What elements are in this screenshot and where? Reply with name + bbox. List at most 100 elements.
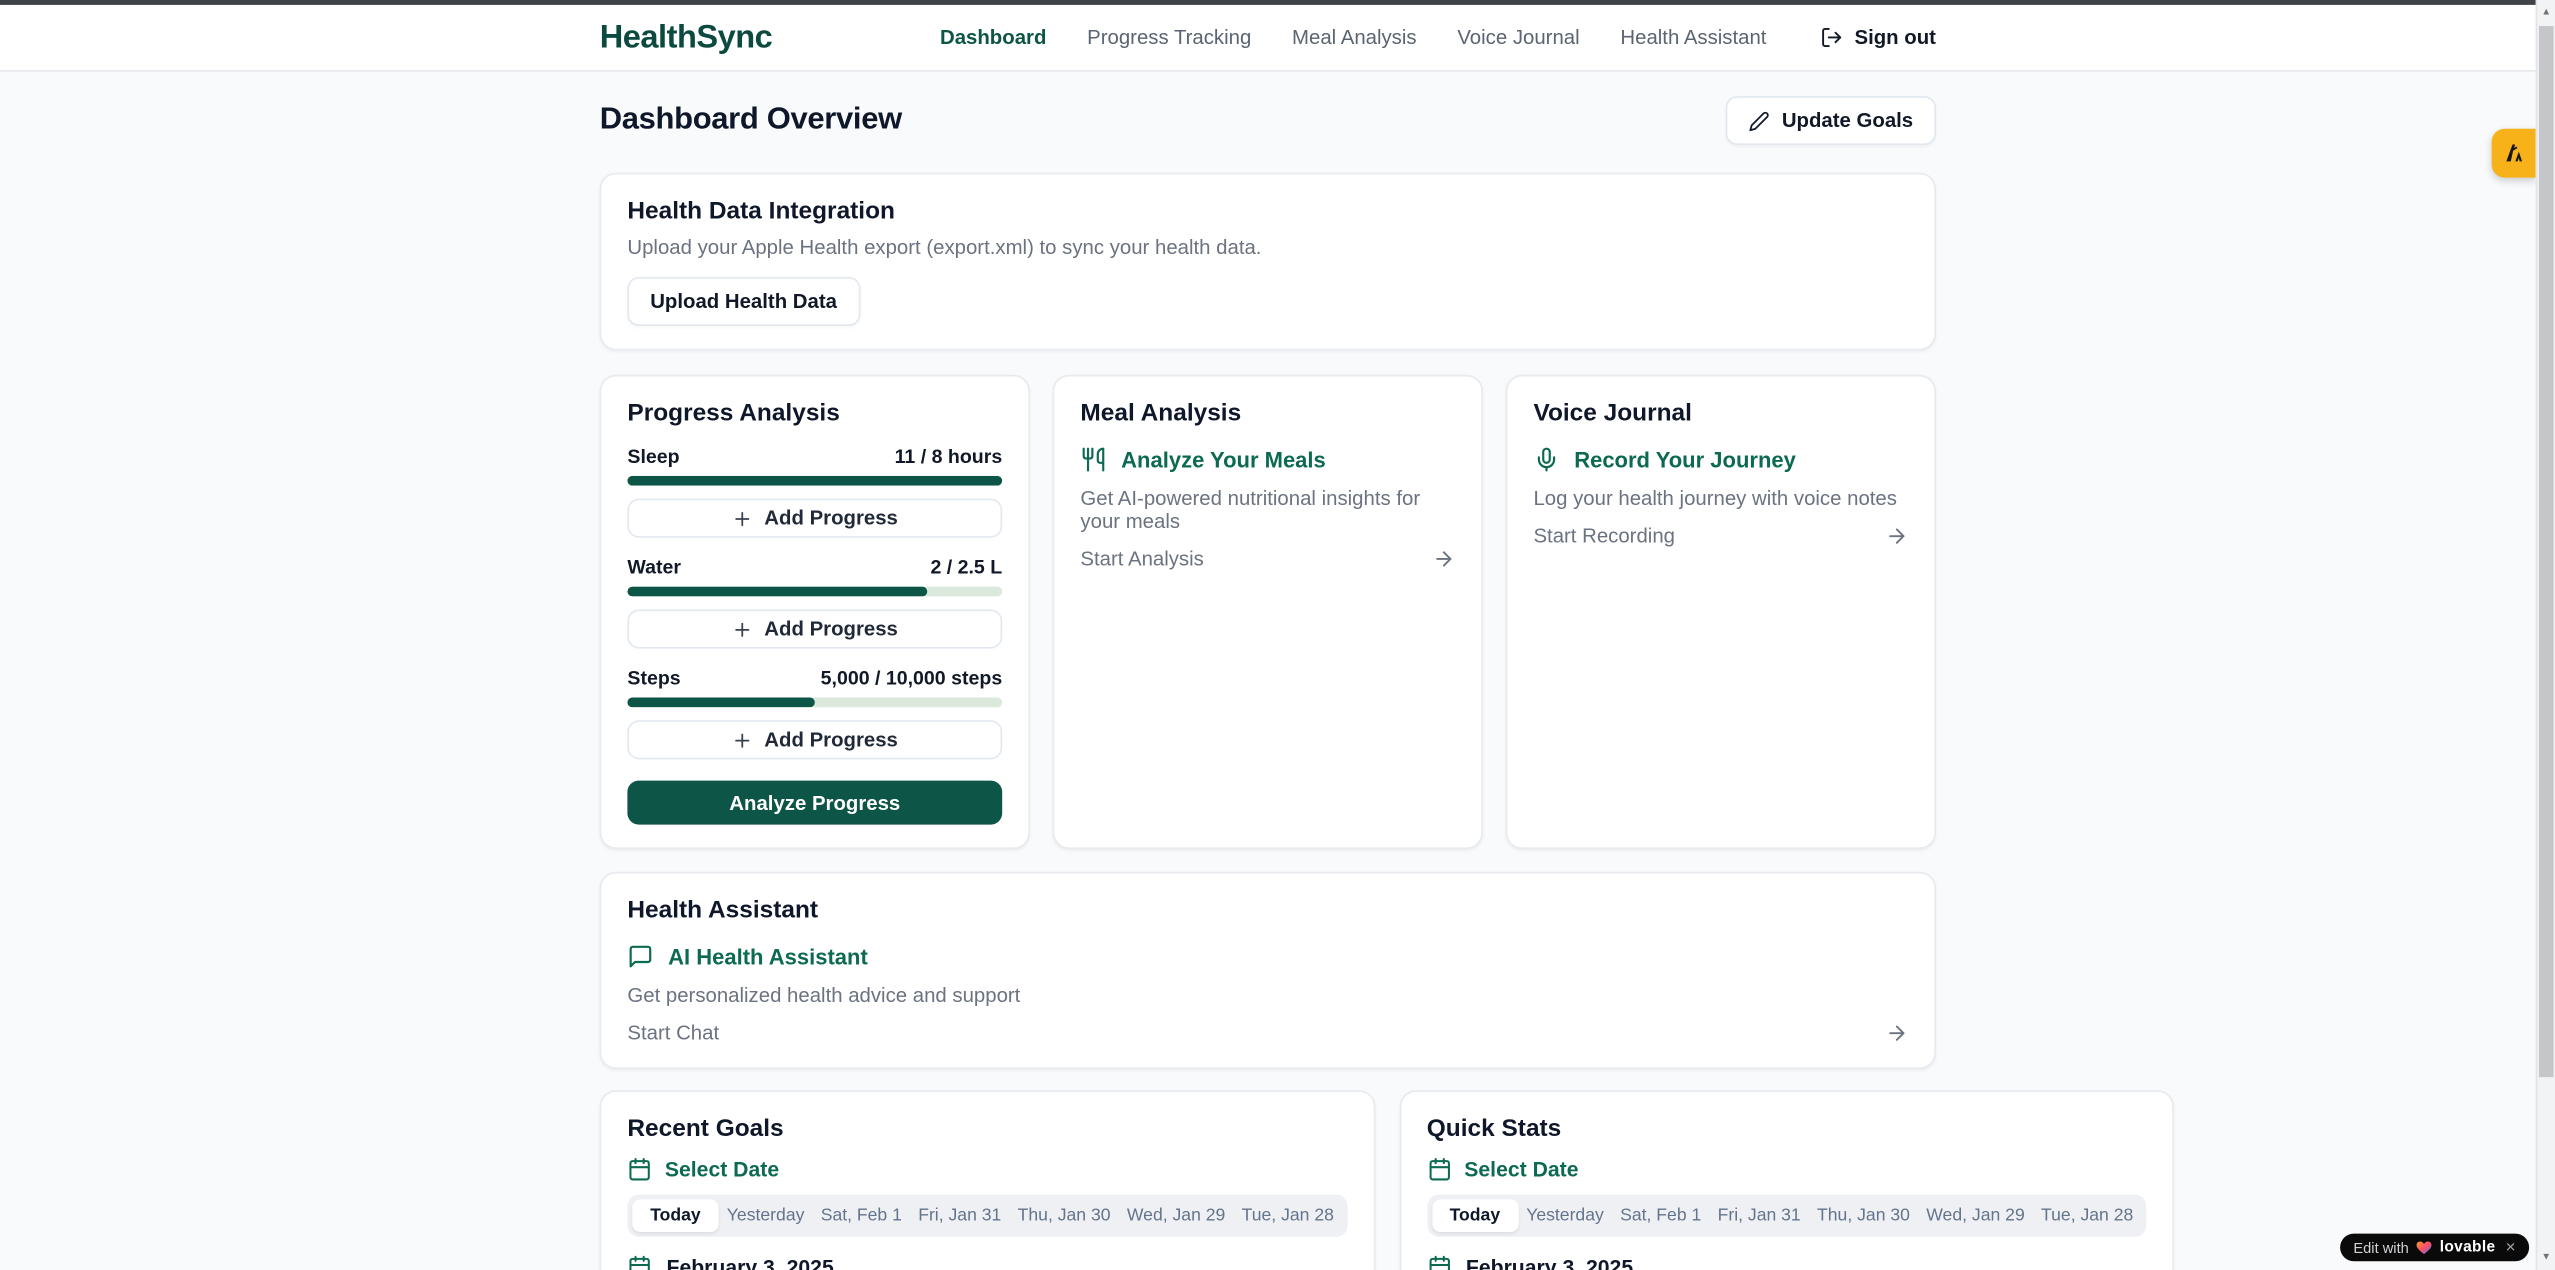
nav-meal-analysis[interactable]: Meal Analysis bbox=[1292, 26, 1417, 49]
water-progress-bar bbox=[627, 587, 1002, 597]
integration-description: Upload your Apple Health export (export.… bbox=[627, 236, 1908, 259]
arrow-right-icon bbox=[1885, 1022, 1908, 1045]
voice-journal-title: Voice Journal bbox=[1533, 399, 1908, 427]
calendar-icon bbox=[627, 1255, 651, 1270]
main-content: Dashboard Overview Update Goals Health D… bbox=[600, 72, 1936, 1270]
tab-wed-jan-29[interactable]: Wed, Jan 29 bbox=[1119, 1199, 1234, 1232]
steps-metric: Steps 5,000 / 10,000 steps Add Progress bbox=[627, 667, 1002, 760]
update-goals-label: Update Goals bbox=[1782, 109, 1913, 132]
tab-fri-jan-31[interactable]: Fri, Jan 31 bbox=[1709, 1199, 1808, 1232]
nav-progress-tracking[interactable]: Progress Tracking bbox=[1087, 26, 1251, 49]
tab-thu-jan-30[interactable]: Thu, Jan 30 bbox=[1009, 1199, 1118, 1232]
tab-today[interactable]: Today bbox=[1432, 1199, 1518, 1232]
app-logo[interactable]: HealthSync bbox=[600, 19, 773, 56]
plus-icon bbox=[732, 618, 753, 639]
health-data-integration-card: Health Data Integration Upload your Appl… bbox=[600, 173, 1936, 351]
tab-tue-jan-28[interactable]: Tue, Jan 28 bbox=[2033, 1199, 2142, 1232]
main-nav: Dashboard Progress Tracking Meal Analysi… bbox=[940, 26, 1936, 49]
app-window: HealthSync Dashboard Progress Tracking M… bbox=[0, 0, 2555, 1270]
scrollbar-down-button[interactable]: ▼ bbox=[2537, 1247, 2555, 1270]
lovable-editor-badge[interactable] bbox=[2492, 129, 2536, 178]
tab-fri-jan-31[interactable]: Fri, Jan 31 bbox=[910, 1199, 1009, 1232]
sleep-progress-bar bbox=[627, 476, 1002, 486]
quick-stats-select-date[interactable]: Select Date bbox=[1427, 1157, 2147, 1181]
start-analysis-action[interactable]: Start Analysis bbox=[1080, 548, 1455, 571]
lovable-label: lovable bbox=[2440, 1238, 2496, 1256]
scrollbar-thumb[interactable] bbox=[2539, 26, 2554, 1077]
add-progress-label: Add Progress bbox=[764, 507, 898, 530]
water-value: 2 / 2.5 L bbox=[930, 556, 1002, 579]
record-your-journey-label: Record Your Journey bbox=[1574, 447, 1796, 471]
scrollbar-up-button[interactable]: ▲ bbox=[2537, 2, 2555, 25]
analyze-progress-button[interactable]: Analyze Progress bbox=[627, 781, 1002, 825]
analyze-your-meals-link[interactable]: Analyze Your Meals bbox=[1080, 447, 1455, 473]
log-out-icon bbox=[1820, 26, 1843, 49]
nav-dashboard[interactable]: Dashboard bbox=[940, 26, 1046, 49]
app-header: HealthSync Dashboard Progress Tracking M… bbox=[0, 5, 2536, 72]
water-label: Water bbox=[627, 556, 681, 579]
sleep-metric: Sleep 11 / 8 hours Add Progress bbox=[627, 445, 1002, 538]
arrow-right-icon bbox=[1432, 548, 1455, 571]
meal-analysis-card: Meal Analysis Analyze Your Meals Get AI-… bbox=[1053, 375, 1483, 849]
lovable-bolt-icon bbox=[2501, 140, 2527, 166]
tab-sat-feb-1[interactable]: Sat, Feb 1 bbox=[1612, 1199, 1709, 1232]
quick-stats-card: Quick Stats Select Date Today Yesterday … bbox=[1399, 1090, 2174, 1270]
progress-analysis-card: Progress Analysis Sleep 11 / 8 hours Add… bbox=[600, 375, 1030, 849]
steps-label: Steps bbox=[627, 667, 680, 690]
tab-thu-jan-30[interactable]: Thu, Jan 30 bbox=[1809, 1199, 1918, 1232]
tab-sat-feb-1[interactable]: Sat, Feb 1 bbox=[813, 1199, 910, 1232]
start-recording-action[interactable]: Start Recording bbox=[1533, 525, 1908, 548]
tab-tue-jan-28[interactable]: Tue, Jan 28 bbox=[1233, 1199, 1342, 1232]
microphone-icon bbox=[1533, 447, 1559, 473]
add-progress-label: Add Progress bbox=[764, 618, 898, 641]
record-your-journey-link[interactable]: Record Your Journey bbox=[1533, 447, 1908, 473]
start-chat-label: Start Chat bbox=[627, 1022, 719, 1045]
select-date-label: Select Date bbox=[1464, 1157, 1578, 1181]
steps-value: 5,000 / 10,000 steps bbox=[821, 667, 1003, 690]
vertical-scrollbar[interactable]: ▲ ▼ bbox=[2536, 0, 2555, 1270]
start-analysis-label: Start Analysis bbox=[1080, 548, 1203, 571]
select-date-label: Select Date bbox=[665, 1157, 779, 1181]
water-metric: Water 2 / 2.5 L Add Progress bbox=[627, 556, 1002, 649]
edit-with-label: Edit with bbox=[2353, 1239, 2408, 1255]
water-add-progress-button[interactable]: Add Progress bbox=[627, 609, 1002, 648]
close-icon[interactable]: ✕ bbox=[2505, 1240, 2516, 1255]
recent-goals-select-date[interactable]: Select Date bbox=[627, 1157, 1347, 1181]
quick-stats-title: Quick Stats bbox=[1427, 1115, 2147, 1143]
upload-health-data-button[interactable]: Upload Health Data bbox=[627, 277, 859, 326]
tab-wed-jan-29[interactable]: Wed, Jan 29 bbox=[1918, 1199, 2033, 1232]
integration-title: Health Data Integration bbox=[627, 197, 1908, 225]
tab-yesterday[interactable]: Yesterday bbox=[719, 1199, 813, 1232]
calendar-icon bbox=[1427, 1255, 1451, 1270]
meal-analysis-title: Meal Analysis bbox=[1080, 399, 1455, 427]
nav-voice-journal[interactable]: Voice Journal bbox=[1457, 26, 1579, 49]
arrow-right-icon bbox=[1885, 525, 1908, 548]
tab-today[interactable]: Today bbox=[632, 1199, 718, 1232]
sleep-add-progress-button[interactable]: Add Progress bbox=[627, 499, 1002, 538]
add-progress-label: Add Progress bbox=[764, 728, 898, 751]
health-assistant-title: Health Assistant bbox=[627, 896, 1908, 924]
tab-yesterday[interactable]: Yesterday bbox=[1518, 1199, 1612, 1232]
current-date-label: February 3, 2025 bbox=[667, 1255, 834, 1270]
plus-icon bbox=[732, 729, 753, 750]
ai-health-assistant-label: AI Health Assistant bbox=[668, 944, 868, 968]
recent-goals-date-tabs: Today Yesterday Sat, Feb 1 Fri, Jan 31 T… bbox=[627, 1194, 1347, 1236]
nav-health-assistant[interactable]: Health Assistant bbox=[1620, 26, 1766, 49]
ai-health-assistant-link[interactable]: AI Health Assistant bbox=[627, 944, 1908, 970]
update-goals-button[interactable]: Update Goals bbox=[1726, 96, 1936, 145]
page-title: Dashboard Overview bbox=[600, 103, 902, 139]
voice-description: Log your health journey with voice notes bbox=[1533, 487, 1908, 510]
calendar-icon bbox=[627, 1157, 651, 1181]
heart-gradient-icon bbox=[2415, 1238, 2433, 1256]
window-top-edge bbox=[0, 0, 2555, 5]
progress-analysis-title: Progress Analysis bbox=[627, 399, 1002, 427]
steps-add-progress-button[interactable]: Add Progress bbox=[627, 720, 1002, 759]
edit-with-lovable-badge[interactable]: Edit with lovable ✕ bbox=[2340, 1234, 2529, 1262]
utensils-icon bbox=[1080, 447, 1106, 473]
start-chat-action[interactable]: Start Chat bbox=[627, 1022, 1908, 1045]
sleep-value: 11 / 8 hours bbox=[895, 445, 1003, 468]
meal-description: Get AI-powered nutritional insights for … bbox=[1080, 487, 1455, 533]
chat-bubble-icon bbox=[627, 944, 653, 970]
sign-out-button[interactable]: Sign out bbox=[1820, 26, 1936, 49]
recent-goals-card: Recent Goals Select Date Today Yesterday… bbox=[600, 1090, 1375, 1270]
